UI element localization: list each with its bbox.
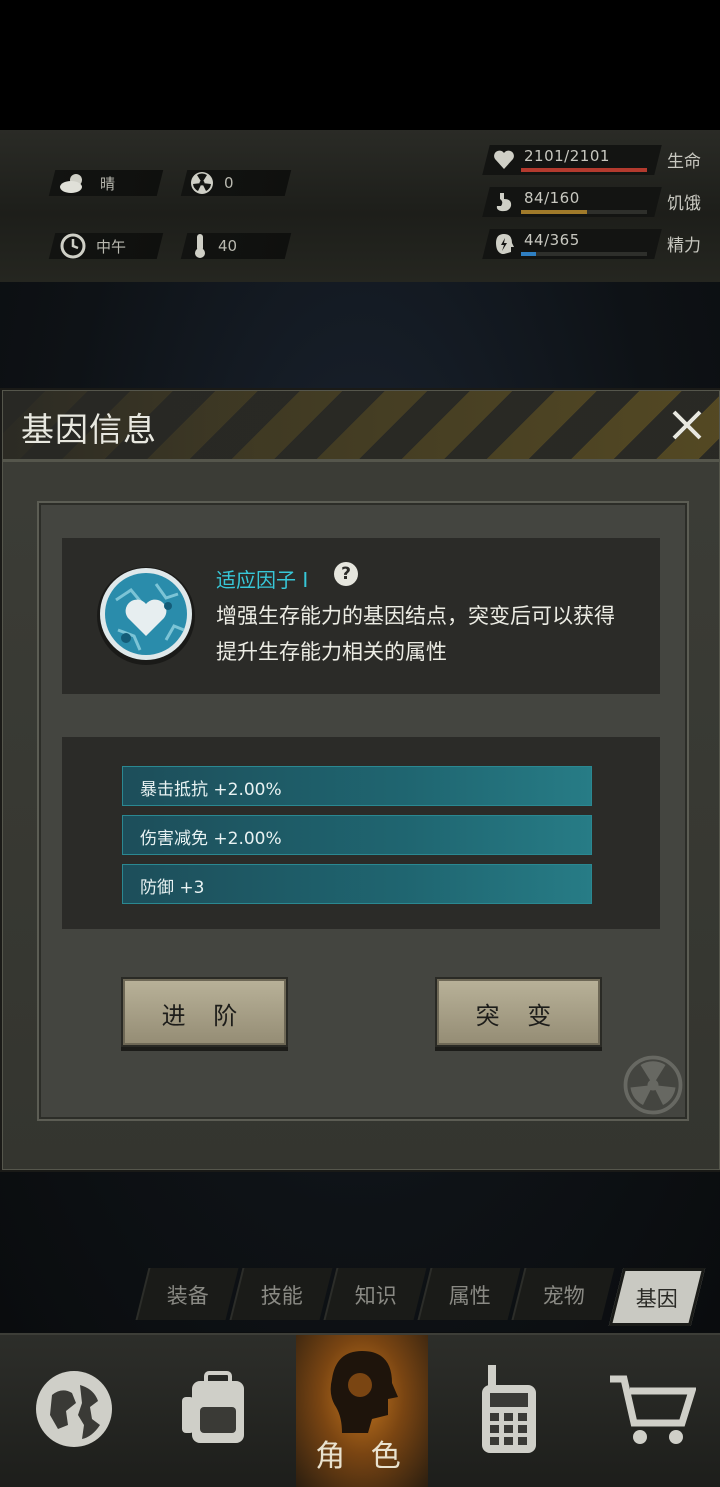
hunger-bar-fill [521, 210, 588, 214]
attribute-text: 暴击抵抗 +2.00% [140, 780, 282, 800]
radiation-watermark-icon [623, 1055, 683, 1115]
radiation-icon [191, 172, 213, 194]
health-bar-fill [521, 168, 647, 172]
mutate-button-label: 突 变 [475, 1002, 562, 1030]
clock-icon [60, 233, 86, 259]
gene-panel: 适应因子 I ? 增强生存能力的基因结点，突变后可以获得 提升生存能力相关的属性… [37, 501, 689, 1121]
radio-icon [482, 1365, 536, 1453]
attribute-text: 防御 +3 [140, 878, 205, 898]
energy-stat: 44/365 精力 [482, 229, 701, 259]
attribute-row: 暴击抵抗 +2.00% [122, 766, 592, 806]
nav-backpack[interactable] [172, 1335, 264, 1487]
time-value: 中午 [96, 237, 127, 256]
tab-equipment[interactable]: 装备 [135, 1268, 239, 1320]
radiation-stat: 0 [180, 170, 292, 196]
tab-label: 装备 [166, 1284, 209, 1308]
health-value: 2101/2101 [524, 147, 610, 165]
stomach-icon [496, 193, 512, 212]
energy-bar-fill [521, 252, 537, 256]
mutate-button[interactable]: 突 变 [435, 977, 602, 1047]
gene-description-line1: 增强生存能力的基因结点，突变后可以获得 [216, 604, 615, 628]
globe-icon [36, 1371, 112, 1447]
tab-attributes[interactable]: 属性 [417, 1268, 521, 1320]
temperature-value: 40 [218, 237, 238, 255]
tab-label: 知识 [354, 1284, 397, 1308]
gene-summary: 适应因子 I ? 增强生存能力的基因结点，突变后可以获得 提升生存能力相关的属性 [62, 538, 660, 694]
health-bar [521, 168, 647, 172]
bottom-nav: 角 色 [0, 1333, 720, 1487]
tab-pets[interactable]: 宠物 [511, 1268, 615, 1320]
gene-heart-icon [97, 567, 195, 665]
hunger-bar [521, 210, 647, 214]
dialog-title: 基因信息 [21, 410, 157, 449]
heart-icon [494, 150, 514, 169]
nav-character-label: 角 色 [315, 1439, 409, 1474]
advance-button[interactable]: 进 阶 [121, 977, 288, 1047]
backpack-icon [182, 1371, 244, 1443]
nav-shop[interactable] [604, 1335, 700, 1487]
gene-info-dialog: 基因信息 适应因子 I ? 增强生存能力的基因结点，突变后可以获得 提升生存能力… [2, 390, 720, 1170]
tab-knowledge[interactable]: 知识 [323, 1268, 427, 1320]
gene-name: 适应因子 I [216, 568, 309, 592]
radiation-value: 0 [224, 174, 234, 192]
health-stat: 2101/2101 生命 [482, 145, 701, 175]
dialog-header: 基因信息 [3, 391, 719, 462]
cloud-sun-icon [60, 174, 82, 193]
tab-label: 技能 [260, 1284, 303, 1308]
attribute-text: 伤害减免 +2.00% [140, 829, 282, 849]
tab-label: 基因 [635, 1287, 678, 1311]
temperature-stat: 40 [180, 233, 292, 259]
weather-value: 晴 [100, 174, 116, 193]
attribute-row: 防御 +3 [122, 864, 592, 904]
tab-skills[interactable]: 技能 [229, 1268, 333, 1320]
tab-genes[interactable]: 基因 [608, 1268, 706, 1326]
nav-character[interactable]: 角 色 [296, 1335, 428, 1487]
attribute-list: 暴击抵抗 +2.00% 伤害减免 +2.00% 防御 +3 [62, 737, 660, 929]
nav-world[interactable] [28, 1335, 120, 1487]
health-label: 生命 [667, 152, 701, 172]
time-stat: 中午 [48, 233, 164, 259]
energy-bar [521, 252, 647, 256]
help-icon[interactable]: ? [334, 562, 358, 586]
tab-label: 属性 [448, 1284, 491, 1308]
energy-label: 精力 [667, 236, 701, 256]
character-icon [330, 1351, 398, 1433]
status-bar: 晴 0 中午 40 2101/2101 生命 84/160 饥饿 44/365 … [0, 130, 720, 390]
hunger-stat: 84/160 饥饿 [482, 187, 701, 217]
nav-radio[interactable] [470, 1335, 550, 1487]
advance-button-label: 进 阶 [161, 1002, 248, 1030]
character-tabs: 装备 技能 知识 属性 宠物 基因 [132, 1268, 720, 1326]
close-icon[interactable] [669, 407, 705, 443]
thermometer-icon [195, 234, 205, 258]
energy-head-icon [496, 234, 514, 254]
top-black-area [0, 0, 720, 130]
hunger-value: 84/160 [524, 189, 580, 207]
cart-icon [610, 1375, 696, 1444]
attribute-row: 伤害减免 +2.00% [122, 815, 592, 855]
hunger-label: 饥饿 [667, 194, 701, 214]
gene-description: 增强生存能力的基因结点，突变后可以获得 提升生存能力相关的属性 [216, 598, 656, 670]
tab-label: 宠物 [542, 1284, 585, 1308]
energy-value: 44/365 [524, 231, 580, 249]
weather-stat: 晴 [48, 170, 164, 196]
gene-description-line2: 提升生存能力相关的属性 [216, 640, 447, 664]
